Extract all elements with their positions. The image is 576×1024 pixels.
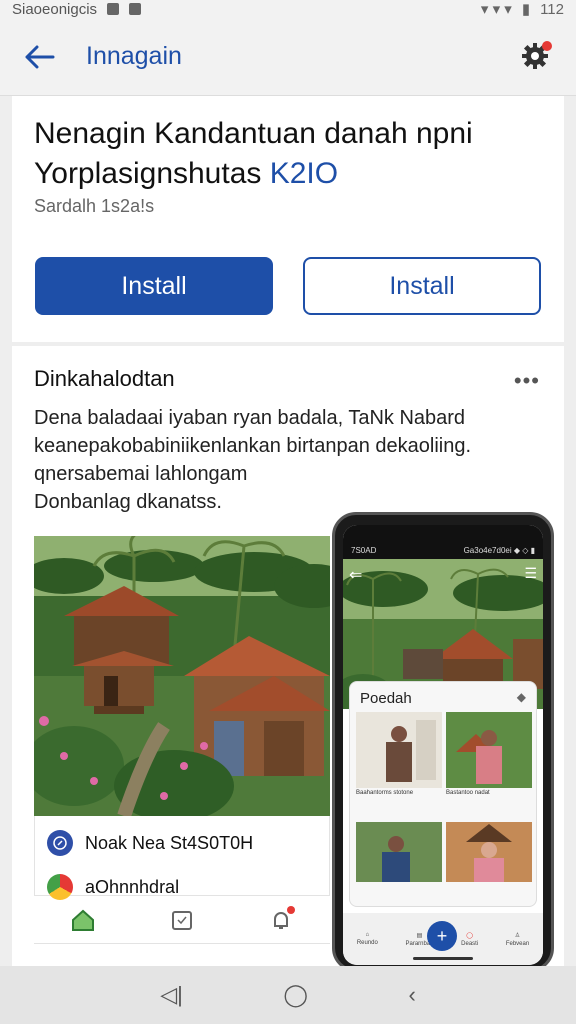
- notification-icon: [107, 3, 120, 15]
- home-nav-icon[interactable]: ◯: [283, 982, 308, 1008]
- description-line: keanepakobabiniikenlankan birtanpan deka…: [34, 435, 472, 457]
- description: Dena baladaai iyaban ryan badala, TaNk N…: [34, 404, 524, 516]
- battery-icon: ▮: [521, 1, 531, 18]
- phone-home-indicator: [413, 957, 473, 960]
- app-header-card: Nenagin Kandantuan danah npni Yorplasign…: [12, 96, 564, 342]
- phone-nav-profile[interactable]: ♙ Febvean: [506, 932, 529, 947]
- recent-nav-icon[interactable]: ‹: [408, 982, 415, 1008]
- phone-menu-icon[interactable]: ☰: [524, 565, 537, 582]
- record-icon: ◯: [466, 932, 474, 939]
- link-list: Noak Nea St4S0T0H aOhnnhdral: [34, 816, 330, 900]
- app-title: Nenagin Kandantuan danah npni Yorplasign…: [34, 114, 544, 194]
- phone-photo-caption: Bastantoo nadat: [446, 790, 490, 796]
- settings-badge: [542, 40, 552, 51]
- document-icon: ▤: [416, 932, 423, 939]
- app-title-line1: Nenagin Kandantuan danah npni: [34, 117, 473, 150]
- phone-photo-tile[interactable]: [446, 822, 532, 882]
- phone-add-button[interactable]: +: [427, 921, 457, 951]
- status-bar: Siaoeonigcis ▾ ▾ ▾ ▮ 112: [0, 0, 576, 18]
- app-title-accent: K2IO: [269, 157, 339, 190]
- install-outline-button[interactable]: Install: [303, 257, 541, 315]
- description-line: qnersabemai lahlongam: [34, 463, 248, 485]
- install-button[interactable]: Install: [35, 257, 273, 315]
- phone-nav-label: Deasti: [461, 940, 479, 947]
- phone-preview: 7S0AD Ga3o4e7d0ei ◆ ◇ ▮ ⇐ ☰ Poedah ◆ Baa…: [332, 512, 554, 972]
- bottom-tab-bar: [34, 896, 330, 944]
- close-icon[interactable]: ◆: [517, 690, 526, 704]
- phone-nav-record[interactable]: ◯ Deasti: [461, 932, 478, 947]
- phone-back-icon[interactable]: ⇐: [349, 565, 362, 585]
- phone-nav-label: Reundo: [356, 940, 378, 946]
- phone-sheet-title: Poedah: [360, 690, 412, 707]
- page-title: Innagain: [86, 42, 182, 70]
- gear-icon[interactable]: [520, 40, 552, 73]
- list-item-label: aOhnnhdral: [85, 876, 180, 897]
- sim-icon: [129, 3, 142, 15]
- clock: 112: [540, 0, 564, 18]
- phone-status-time: 7S0AD: [351, 546, 377, 555]
- system-nav-bar: ◁| ◯ ‹: [0, 966, 576, 1024]
- phone-screen: 7S0AD Ga3o4e7d0ei ◆ ◇ ▮ ⇐ ☰ Poedah ◆ Baa…: [343, 525, 543, 965]
- compass-icon: [47, 830, 73, 856]
- phone-sheet: Poedah ◆ Baahantorms stotone Bastantoo n…: [349, 681, 537, 907]
- app-subtitle: Sardalh 1s2a!s: [34, 196, 155, 216]
- calendar-icon[interactable]: [168, 906, 196, 934]
- list-item-label: Noak Nea St4S0T0H: [85, 832, 254, 853]
- app-title-line2: Yorplasignshutas: [34, 157, 262, 190]
- phone-nav-home[interactable]: ⌂ Reundo: [357, 932, 378, 946]
- description-line: Dena baladaai iyaban ryan badala, TaNk N…: [34, 407, 466, 429]
- back-nav-icon[interactable]: ◁|: [160, 982, 183, 1008]
- profile-icon: ♙: [514, 932, 521, 939]
- section-title: Dinkahalodtan: [34, 366, 175, 391]
- phone-photo-tile[interactable]: [356, 712, 442, 788]
- village-screenshot[interactable]: [34, 536, 330, 816]
- phone-photo-tile[interactable]: [356, 822, 442, 882]
- phone-status-right: Ga3o4e7d0ei ◆ ◇ ▮: [463, 546, 535, 555]
- notification-icon[interactable]: [267, 905, 295, 934]
- arrow-left-icon[interactable]: [24, 41, 56, 73]
- app-bar: Innagain: [0, 18, 576, 96]
- phone-nav-label: Febvean: [505, 940, 530, 947]
- more-options-icon[interactable]: •••: [514, 368, 540, 394]
- phone-status-bar: 7S0AD Ga3o4e7d0ei ◆ ◇ ▮: [343, 525, 543, 559]
- carrier-label: Siaoeonigcis: [12, 0, 98, 18]
- notification-badge: [286, 905, 295, 914]
- list-item[interactable]: Noak Nea St4S0T0H: [47, 830, 253, 856]
- signal-icon: ▾ ▾ ▾: [480, 1, 512, 18]
- phone-photo-tile[interactable]: [446, 712, 532, 788]
- home-icon: ⌂: [365, 932, 370, 938]
- phone-photo-caption: Baahantorms stotone: [356, 790, 414, 796]
- home-icon[interactable]: [69, 906, 97, 934]
